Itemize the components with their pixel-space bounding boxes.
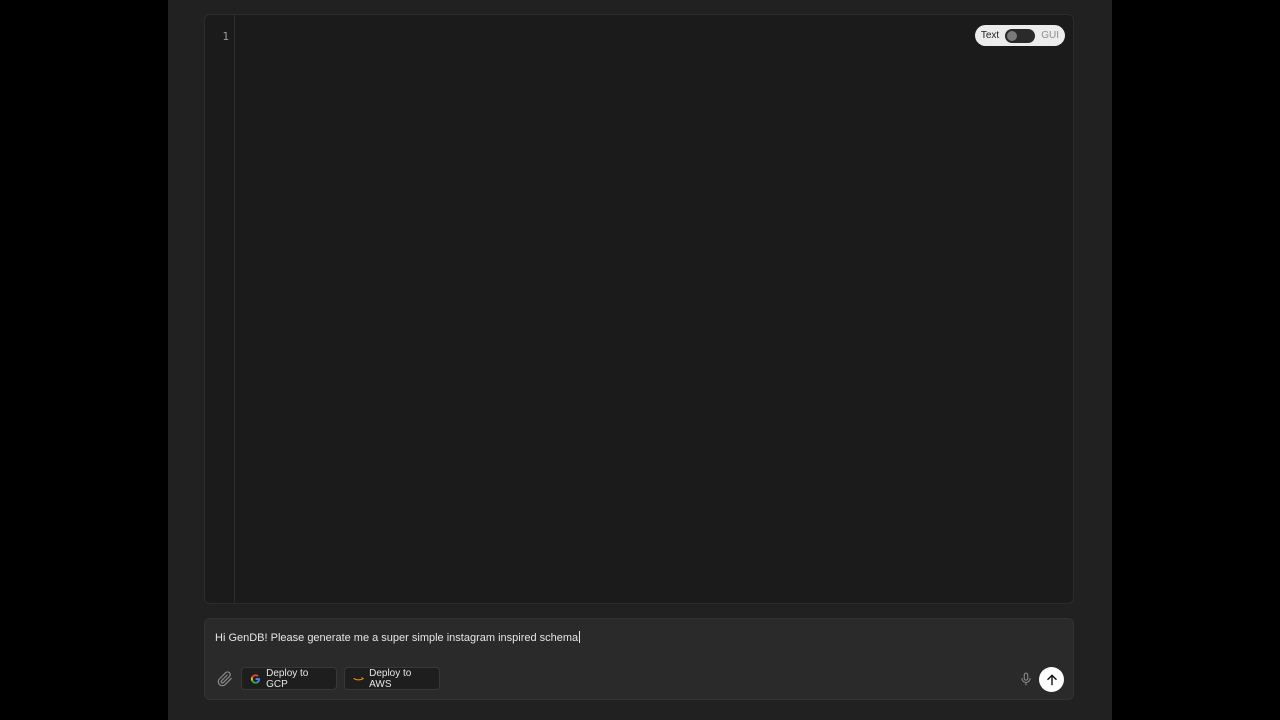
deploy-to-gcp-button[interactable]: Deploy to GCP (241, 667, 337, 690)
toggle-knob (1007, 30, 1018, 41)
paperclip-icon[interactable] (217, 671, 233, 687)
chat-input-box: Hi GenDB! Please generate me a super sim… (204, 618, 1074, 700)
send-button[interactable] (1039, 667, 1064, 692)
code-editor[interactable]: 1 Text GUI (204, 14, 1074, 604)
deploy-to-aws-button[interactable]: Deploy to AWS (344, 667, 440, 690)
line-number-gutter: 1 (205, 15, 235, 603)
prompt-input[interactable]: Hi GenDB! Please generate me a super sim… (215, 631, 581, 644)
line-number: 1 (222, 30, 229, 43)
arrow-up-icon (1046, 674, 1057, 685)
google-icon (250, 673, 261, 684)
toggle-label-text[interactable]: Text (981, 30, 999, 41)
deploy-aws-label: Deploy to AWS (369, 667, 412, 690)
prompt-input-value: Hi GenDB! Please generate me a super sim… (215, 632, 579, 644)
aws-smile-icon (353, 676, 364, 680)
microphone-icon[interactable] (1019, 671, 1033, 687)
text-gui-toggle[interactable]: Text GUI (974, 25, 1065, 46)
toggle-switch[interactable] (1005, 28, 1036, 43)
app-panel: 1 Text GUI Hi GenDB! Please generate me … (168, 0, 1112, 720)
toggle-label-gui[interactable]: GUI (1041, 30, 1059, 41)
deploy-gcp-label: Deploy to GCP (266, 667, 309, 690)
text-caret (579, 631, 581, 643)
